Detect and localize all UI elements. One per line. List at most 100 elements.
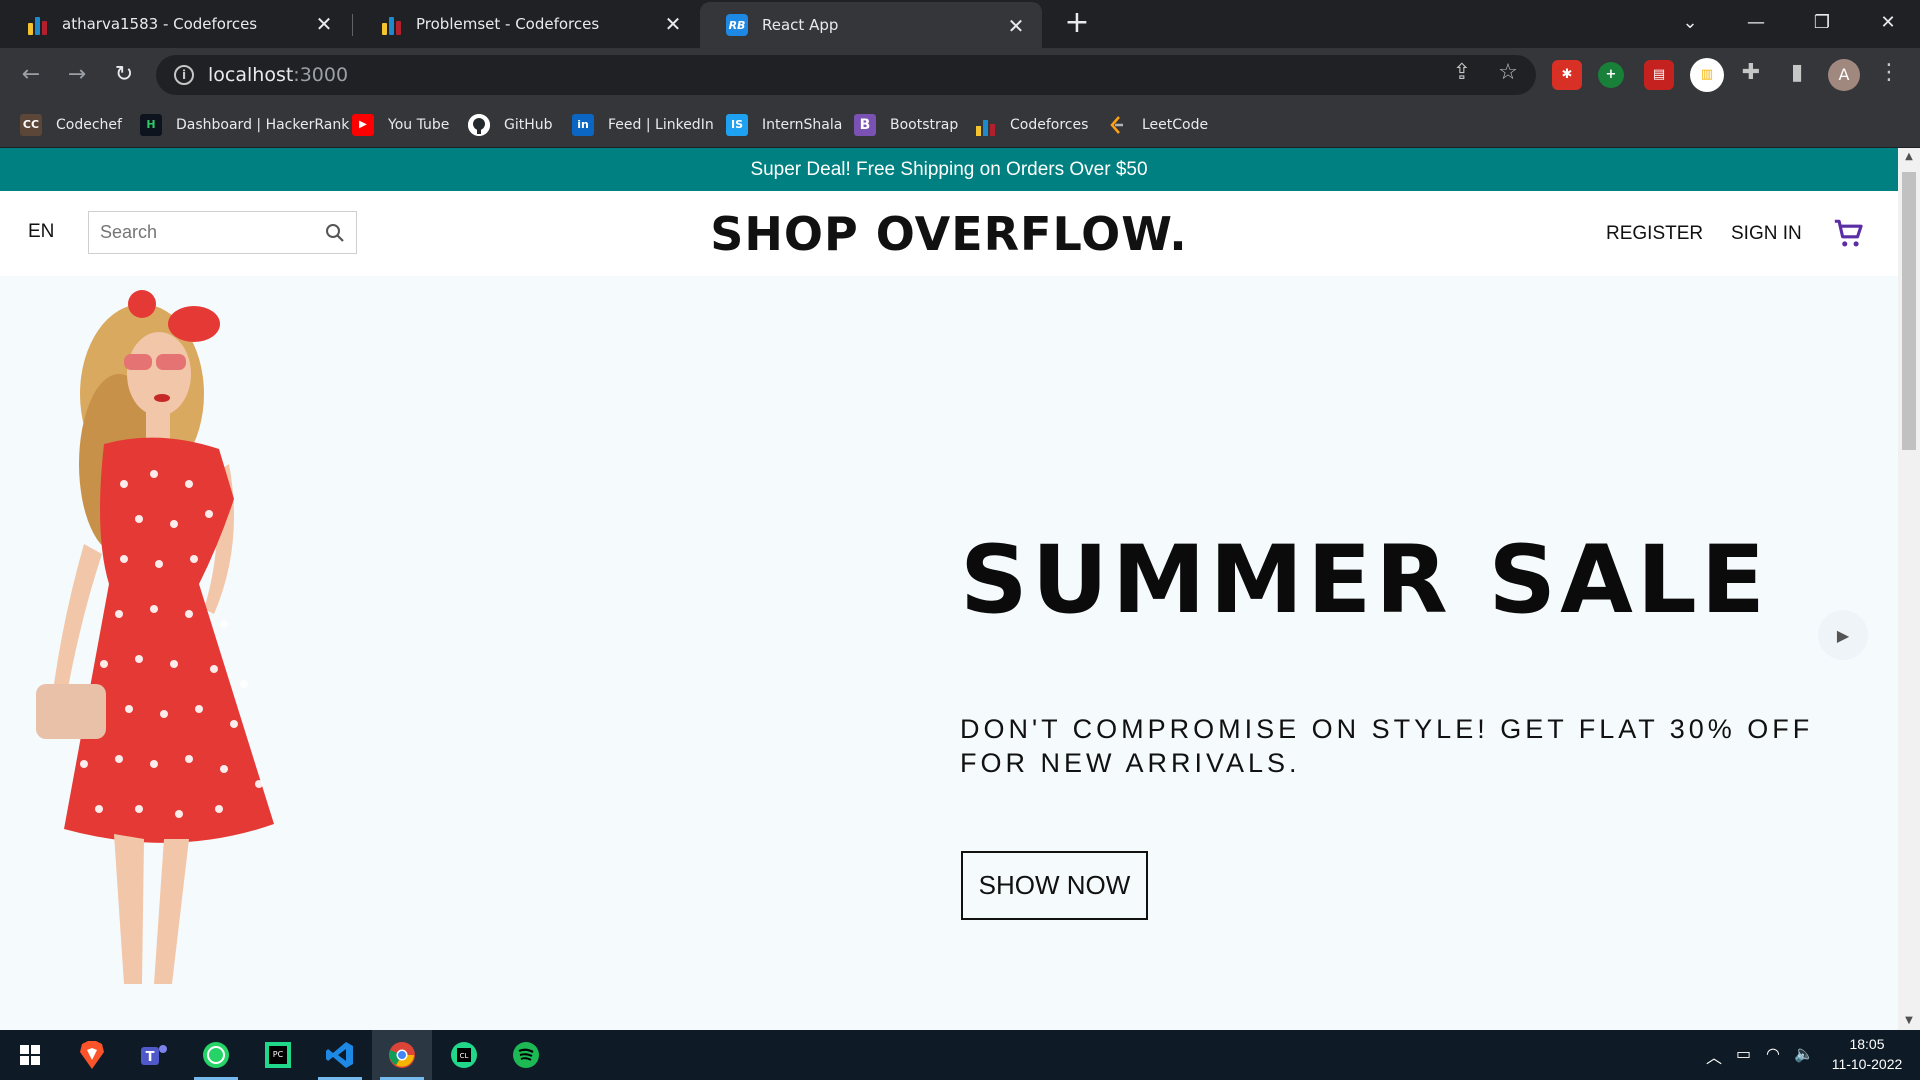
bookmark-linkedin[interactable]: in Feed | LinkedIn: [572, 112, 714, 138]
side-panel-icon[interactable]: ▮: [1782, 58, 1812, 88]
extension-red-icon[interactable]: ✱: [1552, 60, 1582, 90]
pycharm-icon[interactable]: PC: [248, 1030, 308, 1080]
volume-icon[interactable]: 🔈: [1794, 1044, 1814, 1063]
tray-chevron-up-icon[interactable]: ︿: [1706, 1044, 1722, 1068]
wifi-icon[interactable]: ◠: [1766, 1044, 1780, 1063]
new-tab-button[interactable]: +: [1060, 7, 1094, 41]
bookmark-leetcode[interactable]: LeetCode: [1106, 112, 1208, 138]
tab-divider: [352, 14, 353, 36]
extension-green-plus-icon[interactable]: +: [1598, 62, 1624, 88]
brave-browser-icon[interactable]: [62, 1030, 122, 1080]
github-icon: [468, 114, 490, 136]
battery-icon[interactable]: ▭: [1736, 1044, 1751, 1063]
site-info-icon[interactable]: i: [174, 65, 194, 85]
menu-kebab-icon[interactable]: ⋮: [1874, 58, 1904, 88]
bookmark-internshala[interactable]: IS InternShala: [726, 112, 842, 138]
bookmark-label: InternShala: [762, 117, 843, 133]
spotify-icon[interactable]: [496, 1030, 556, 1080]
bookmark-codeforces[interactable]: Codeforces: [974, 112, 1088, 138]
tab-title: atharva1583 - Codeforces: [62, 15, 258, 33]
address-bar[interactable]: i localhost:3000: [156, 55, 1536, 95]
system-clock[interactable]: 18:05 11-10-2022: [1820, 1034, 1914, 1074]
clock-time: 18:05: [1849, 1036, 1885, 1052]
extension-pdf-icon[interactable]: ▤: [1644, 60, 1674, 90]
whatsapp-icon[interactable]: [186, 1030, 246, 1080]
hero-slider: SUMMER SALE DON'T COMPROMISE ON STYLE! G…: [0, 276, 1898, 1030]
bookmark-label: Codechef: [56, 117, 122, 133]
linkedin-icon: in: [572, 114, 594, 136]
bookmark-label: Bootstrap: [890, 117, 959, 133]
page-scrollbar[interactable]: ▲ ▼: [1898, 148, 1920, 1030]
codechef-icon: CC: [20, 114, 42, 136]
codeforces-icon: [974, 114, 996, 136]
share-icon[interactable]: ⇪: [1447, 58, 1477, 88]
hero-description: DON'T COMPROMISE ON STYLE! GET FLAT 30% …: [960, 714, 1814, 778]
back-icon[interactable]: ←: [14, 58, 48, 92]
bootstrap-icon: B: [854, 114, 876, 136]
tab-title: Problemset - Codeforces: [416, 15, 600, 33]
leetcode-icon: [1106, 114, 1128, 136]
site-navbar: EN SHOP OVERFLOW. REGISTER SIGN IN: [0, 191, 1898, 276]
bookmark-github[interactable]: GitHub: [468, 112, 553, 138]
svg-text:T: T: [146, 1050, 155, 1065]
profile-avatar[interactable]: A: [1828, 59, 1860, 91]
forward-icon[interactable]: →: [60, 58, 94, 92]
bookmark-label: Feed | LinkedIn: [608, 117, 714, 133]
codeforces-icon: [380, 13, 402, 35]
windows-taskbar: T PC CL ︿ ▭ ◠ 🔈 18:05 11-10-2022: [0, 1030, 1920, 1080]
bookmark-label: Dashboard | HackerRank: [176, 117, 350, 133]
close-icon[interactable]: ✕: [1004, 14, 1028, 38]
svg-text:CL: CL: [460, 1052, 469, 1060]
shopping-cart-icon[interactable]: [1832, 217, 1866, 251]
hero-title: SUMMER SALE: [960, 526, 1769, 635]
bookmark-codechef[interactable]: CC Codechef: [20, 112, 122, 138]
bookmark-label: Codeforces: [1010, 117, 1089, 133]
page-viewport: Super Deal! Free Shipping on Orders Over…: [0, 148, 1898, 1030]
codeforces-icon: [26, 13, 48, 35]
hackerrank-icon: H: [140, 114, 162, 136]
tab-problemset[interactable]: Problemset - Codeforces ✕: [354, 0, 699, 48]
scroll-up-icon[interactable]: ▲: [1898, 148, 1920, 166]
browser-toolbar: ← → ↻ i localhost:3000 ⇪ ☆ ✱ + ▤ ▥ ✚ ▮ A…: [0, 48, 1920, 102]
bookmark-star-icon[interactable]: ☆: [1493, 58, 1523, 88]
windows-start-icon[interactable]: [0, 1030, 60, 1080]
reload-icon[interactable]: ↻: [107, 58, 141, 92]
tab-react-app[interactable]: RB React App ✕: [700, 2, 1042, 48]
clock-date: 11-10-2022: [1831, 1056, 1903, 1072]
register-link[interactable]: REGISTER: [1606, 223, 1703, 245]
extension-yellow-icon[interactable]: ▥: [1690, 58, 1724, 92]
svg-text:PC: PC: [273, 1050, 284, 1059]
address-port: :3000: [293, 64, 349, 86]
extensions-puzzle-icon[interactable]: ✚: [1736, 58, 1766, 88]
address-host: localhost: [208, 64, 294, 86]
tab-codeforces-profile[interactable]: atharva1583 - Codeforces ✕: [0, 0, 350, 48]
clion-icon[interactable]: CL: [434, 1030, 494, 1080]
close-icon[interactable]: ✕: [661, 12, 685, 36]
react-app-icon: RB: [726, 14, 748, 36]
bookmarks-bar: CC Codechef H Dashboard | HackerRank ▶ Y…: [0, 102, 1920, 148]
slider-next-arrow-icon[interactable]: ▶: [1818, 610, 1868, 660]
announcement-bar: Super Deal! Free Shipping on Orders Over…: [0, 148, 1898, 191]
chrome-icon[interactable]: [372, 1030, 432, 1080]
tab-title: React App: [762, 16, 839, 34]
teams-icon[interactable]: T: [124, 1030, 184, 1080]
tab-search-icon[interactable]: ⌄: [1658, 0, 1722, 44]
restore-button[interactable]: ❐: [1790, 0, 1854, 44]
close-icon[interactable]: ✕: [312, 12, 336, 36]
youtube-icon: ▶: [352, 114, 374, 136]
bookmark-label: LeetCode: [1142, 117, 1209, 133]
scroll-down-icon[interactable]: ▼: [1898, 1012, 1920, 1030]
vscode-icon[interactable]: [310, 1030, 370, 1080]
bookmark-hackerrank[interactable]: H Dashboard | HackerRank: [140, 112, 349, 138]
scrollbar-thumb[interactable]: [1902, 172, 1916, 450]
hero-model-image: [36, 290, 274, 984]
bookmark-bootstrap[interactable]: B Bootstrap: [854, 112, 958, 138]
close-window-button[interactable]: ✕: [1856, 0, 1920, 44]
minimize-button[interactable]: —: [1724, 0, 1788, 44]
show-now-button[interactable]: SHOW NOW: [961, 851, 1148, 920]
bookmark-label: You Tube: [388, 117, 450, 133]
sign-in-link[interactable]: SIGN IN: [1731, 223, 1802, 245]
bookmark-youtube[interactable]: ▶ You Tube: [352, 112, 449, 138]
bookmark-label: GitHub: [504, 117, 553, 133]
internshala-icon: IS: [726, 114, 748, 136]
